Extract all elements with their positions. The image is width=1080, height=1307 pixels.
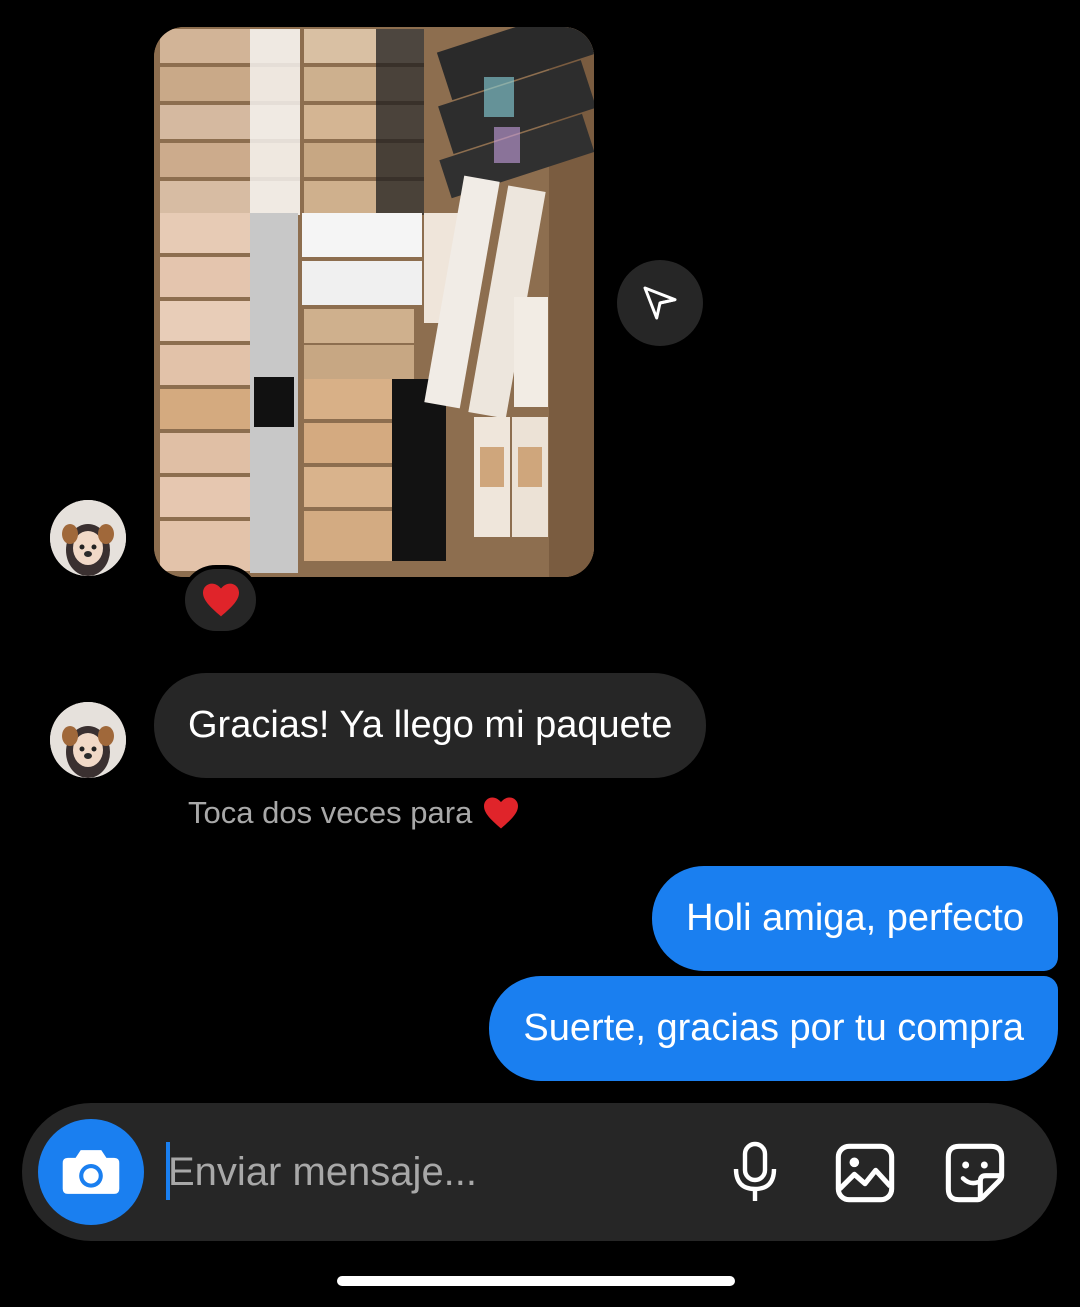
sender-avatar[interactable]	[50, 500, 126, 576]
received-message-bubble[interactable]: Gracias! Ya llego mi paquete	[154, 673, 707, 778]
home-indicator[interactable]	[337, 1276, 735, 1286]
heart-icon	[202, 583, 239, 617]
double-tap-hint: Toca dos veces para	[188, 793, 520, 833]
gallery-icon	[835, 1143, 895, 1203]
send-icon	[643, 286, 677, 320]
message-input[interactable]	[168, 1140, 688, 1204]
voice-message-button[interactable]	[719, 1137, 791, 1209]
share-button[interactable]	[617, 260, 703, 346]
message-text: Gracias! Ya llego mi paquete	[188, 704, 673, 746]
sticker-button[interactable]	[939, 1137, 1011, 1209]
microphone-icon	[733, 1141, 777, 1201]
heart-icon	[484, 797, 519, 829]
gallery-button[interactable]	[829, 1137, 901, 1209]
message-text: Holi amiga, perfecto	[686, 897, 1024, 939]
sticker-icon	[945, 1143, 1005, 1203]
camera-button[interactable]	[38, 1119, 144, 1225]
reaction-badge[interactable]	[181, 565, 260, 635]
sent-message-bubble[interactable]: Suerte, gracias por tu compra	[489, 976, 1058, 1081]
sent-message-bubble[interactable]: Holi amiga, perfecto	[652, 866, 1058, 971]
camera-icon	[62, 1150, 120, 1194]
sender-avatar[interactable]	[50, 702, 126, 778]
message-text: Suerte, gracias por tu compra	[523, 1007, 1024, 1049]
shared-photo[interactable]	[154, 27, 594, 577]
hint-text: Toca dos veces para	[188, 795, 473, 830]
